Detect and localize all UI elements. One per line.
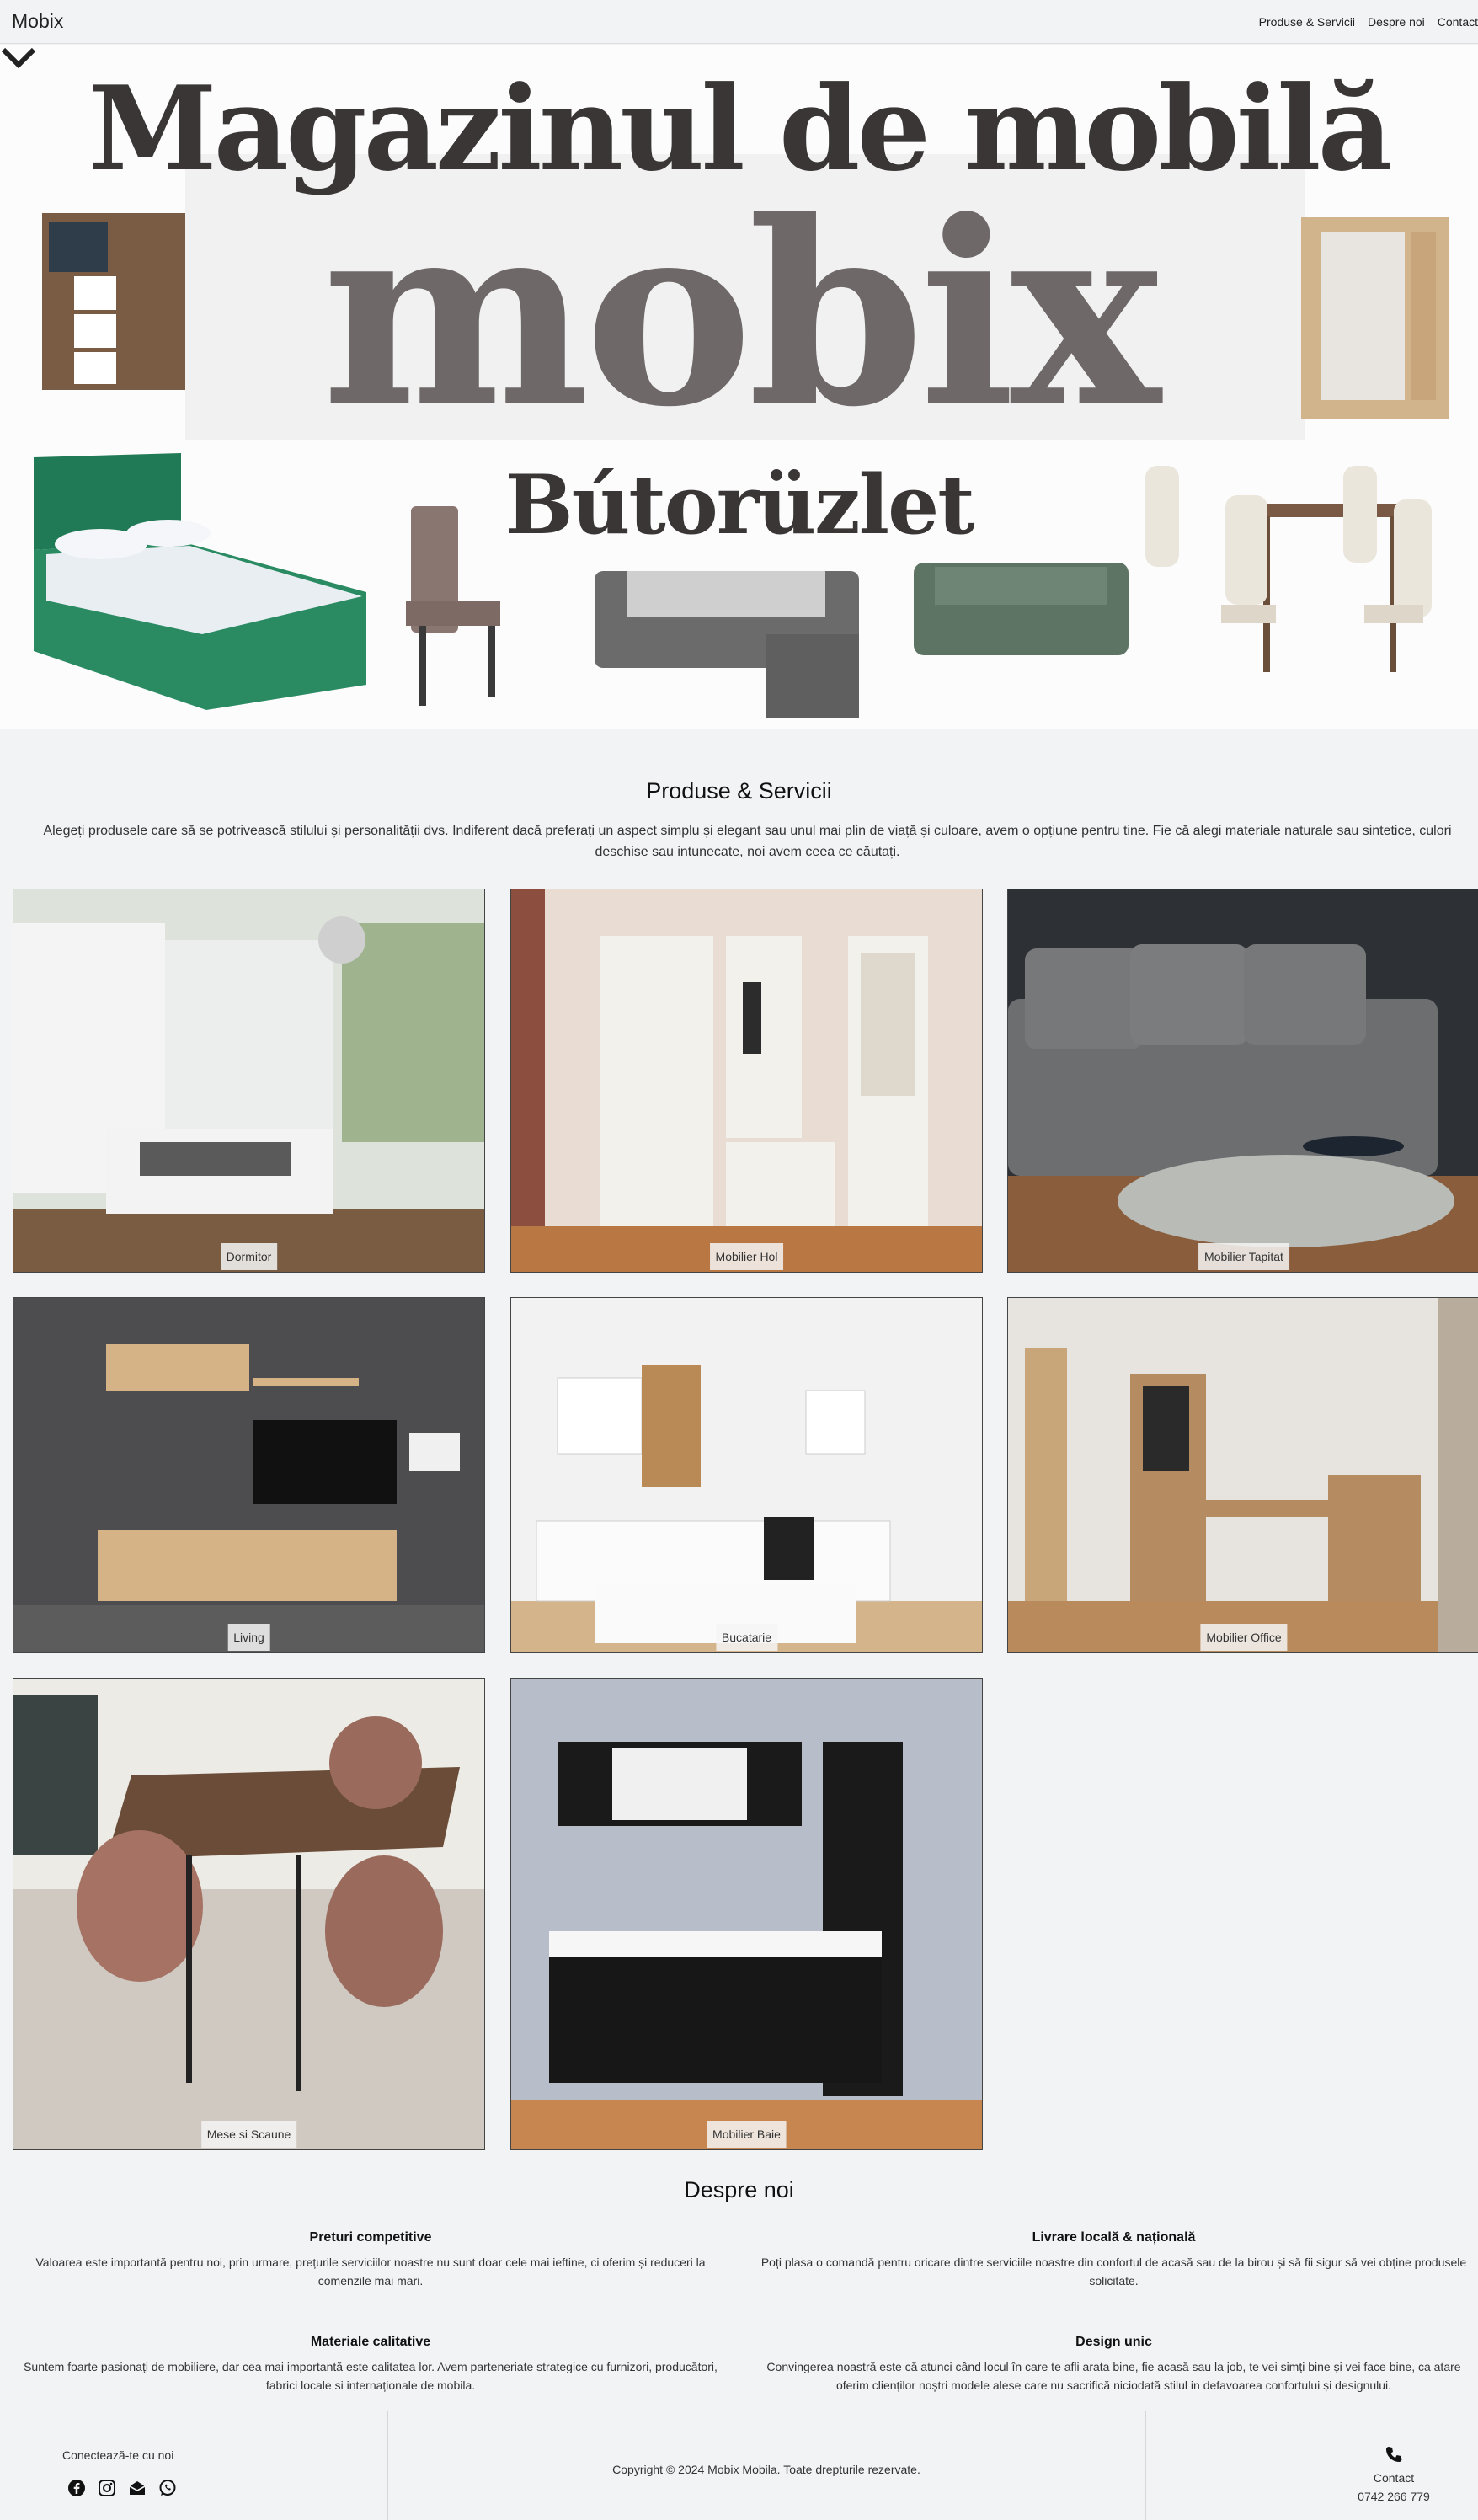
product-card-baie[interactable]: Mobilier Baie [510,1678,983,2150]
email-icon[interactable] [128,2479,147,2497]
products-title: Produse & Servicii [646,778,832,804]
card-label: Mobilier Hol [709,1243,784,1270]
nav-link-despre[interactable]: Despre noi [1368,15,1425,29]
feature-text: Poți plasa o comandă pentru oricare dint… [760,2256,1467,2288]
footer-contact: Contact 0742 266 779 [1339,2445,1449,2506]
product-card-living[interactable]: Living [13,1297,485,1653]
card-label: Mobilier Baie [707,2121,787,2148]
phone-icon[interactable] [1385,2445,1403,2464]
card-label: Mese si Scaune [200,2121,297,2148]
feature-design: Design unic Convingerea noastră este că … [758,2335,1470,2395]
green-sofa-image [914,563,1129,655]
feature-title: Materiale calitative [310,2335,431,2349]
hallway-image [511,889,982,1272]
navbar: Mobix Produse & Servicii Despre noi Cont… [0,0,1478,44]
feature-title: Preturi competitive [309,2230,432,2245]
product-card-hol[interactable]: Mobilier Hol [510,889,983,1273]
brand-logo[interactable]: Mobix [12,10,63,33]
corner-sofa-image [595,571,859,718]
card-label: Living [227,1624,270,1651]
social-links [67,2479,177,2497]
nav-links: Produse & Servicii Despre noi Contact [1259,15,1478,29]
feature-text: Suntem foarte pasionați de mobiliere, da… [24,2360,718,2392]
bathroom-image [511,1679,982,2149]
feature-text: Valoarea este importantă pentru noi, pri… [35,2256,706,2288]
nav-link-contact[interactable]: Contact [1438,15,1478,29]
bedroom-image [13,889,484,1272]
copyright-text: Copyright © 2024 Mobix Mobila. Toate dre… [612,2463,920,2476]
hero-banner: Magazinul de mobilă mobix Bútorüzlet [0,45,1478,729]
feature-materiale: Materiale calitative Suntem foarte pasio… [13,2335,728,2395]
chevron-down-icon[interactable] [0,45,37,70]
card-label: Mobilier Tapitat [1198,1243,1289,1270]
card-label: Bucatarie [715,1624,778,1651]
hero-title-line3: Bútorüzlet [504,457,974,553]
product-card-bucatarie[interactable]: Bucatarie [510,1297,983,1653]
product-card-mese[interactable]: Mese si Scaune [13,1678,485,2150]
about-title: Despre noi [684,2177,794,2202]
dining-image [13,1679,484,2149]
feature-title: Livrare locală & națională [1032,2230,1196,2245]
feature-text: Convingerea noastră este că atunci când … [766,2360,1461,2392]
nav-link-produse[interactable]: Produse & Servicii [1259,15,1355,29]
product-card-office[interactable]: Mobilier Office [1007,1297,1478,1653]
product-card-tapitat[interactable]: Mobilier Tapitat [1007,889,1478,1273]
hero-brand-wordmark: mobix [322,165,1161,462]
feature-title: Design unic [1075,2335,1152,2349]
facebook-icon[interactable] [67,2479,86,2497]
contact-label: Contact [1373,2471,1415,2485]
footer: Conectează-te cu noi Copyright © 2024 Mo… [0,2411,1478,2520]
contact-phone[interactable]: 0742 266 779 [1339,2487,1449,2506]
feature-preturi: Preturi competitive Valoarea este import… [13,2230,728,2290]
upholstered-image [1008,889,1478,1272]
instagram-icon[interactable] [98,2479,116,2497]
whatsapp-icon[interactable] [158,2479,177,2497]
products-description: Alegeți produsele care să se potrivească… [43,824,1452,859]
connect-label: Conectează-te cu noi [62,2448,174,2462]
living-image [13,1298,484,1652]
card-label: Mobilier Office [1200,1624,1288,1651]
product-card-dormitor[interactable]: Dormitor [13,889,485,1273]
office-image [1008,1298,1478,1652]
kitchen-image [511,1298,982,1652]
feature-livrare: Livrare locală & națională Poți plasa o … [758,2230,1470,2290]
card-label: Dormitor [220,1243,278,1270]
